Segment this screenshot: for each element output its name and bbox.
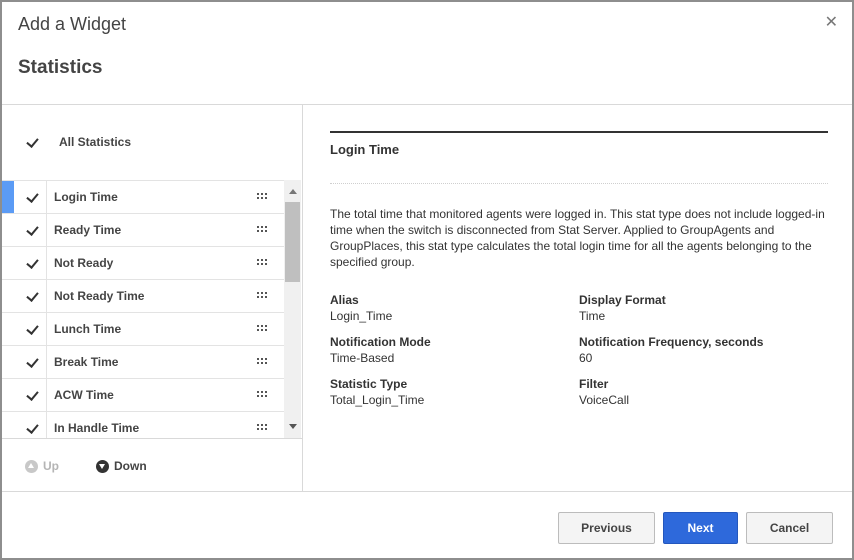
statistic-label: Break Time xyxy=(54,355,119,369)
previous-button[interactable]: Previous xyxy=(558,512,655,544)
add-widget-dialog: Add a Widget ✕ Statistics All Statistics… xyxy=(0,0,854,560)
cancel-button[interactable]: Cancel xyxy=(746,512,833,544)
list-item[interactable]: Break Time xyxy=(2,345,284,378)
statistic-label: Ready Time xyxy=(54,223,122,237)
drag-handle-icon[interactable] xyxy=(257,226,268,233)
statistic-checkbox[interactable] xyxy=(26,356,39,369)
prop-value: VoiceCall xyxy=(579,393,630,407)
statistic-label: ACW Time xyxy=(54,388,114,402)
next-button[interactable]: Next xyxy=(663,512,738,544)
drag-handle-icon[interactable] xyxy=(257,391,268,398)
statistic-checkbox[interactable] xyxy=(26,389,39,402)
statistic-checkbox[interactable] xyxy=(26,323,39,336)
statistic-label: Not Ready Time xyxy=(54,289,145,303)
statistics-list-pane: All Statistics Login Time Ready Time Not… xyxy=(2,105,303,491)
all-statistics-label: All Statistics xyxy=(59,135,132,149)
prop-notification-frequency: Notification Frequency, seconds 60 xyxy=(579,334,763,366)
statistic-detail-pane: Login Time The total time that monitored… xyxy=(304,105,852,491)
scroll-down-arrow-icon[interactable] xyxy=(284,419,301,434)
prop-value: Login_Time xyxy=(330,309,393,323)
prop-value: Total_Login_Time xyxy=(330,393,425,407)
move-up-button[interactable]: Up xyxy=(25,459,59,473)
detail-title: Login Time xyxy=(330,142,400,157)
statistic-label: Lunch Time xyxy=(54,322,122,336)
statistic-label: In Handle Time xyxy=(54,421,140,435)
arrow-up-circle-icon xyxy=(25,459,38,473)
statistic-label: Not Ready xyxy=(54,256,114,270)
prop-value: Time-Based xyxy=(330,351,395,365)
statistic-checkbox[interactable] xyxy=(26,290,39,303)
arrow-down-circle-icon xyxy=(96,459,109,473)
prop-key: Display Format xyxy=(579,293,666,307)
list-item[interactable]: In Handle Time xyxy=(2,411,284,438)
move-up-label: Up xyxy=(43,459,59,473)
scrollbar-thumb[interactable] xyxy=(285,202,300,282)
list-item[interactable]: Lunch Time xyxy=(2,312,284,345)
prop-key: Notification Frequency, seconds xyxy=(579,335,764,349)
move-down-button[interactable]: Down xyxy=(96,459,147,473)
list-item[interactable]: Ready Time xyxy=(2,213,284,246)
prop-key: Notification Mode xyxy=(330,335,431,349)
statistic-checkbox[interactable] xyxy=(26,257,39,270)
divider xyxy=(2,438,303,439)
divider xyxy=(330,131,828,133)
divider xyxy=(330,183,828,184)
statistics-list: Login Time Ready Time Not Ready Not Read… xyxy=(2,180,284,438)
statistic-checkbox[interactable] xyxy=(26,422,39,435)
statistic-label: Login Time xyxy=(54,190,118,204)
dialog-header: Add a Widget ✕ Statistics xyxy=(2,2,852,105)
list-scrollbar[interactable] xyxy=(284,180,301,438)
prop-key: Filter xyxy=(579,377,609,391)
list-item[interactable]: Login Time xyxy=(2,180,284,214)
drag-handle-icon[interactable] xyxy=(257,292,268,299)
list-item[interactable]: Not Ready xyxy=(2,246,284,279)
scroll-up-arrow-icon[interactable] xyxy=(284,184,301,199)
prop-filter: Filter VoiceCall xyxy=(579,376,629,408)
prop-display-format: Display Format Time xyxy=(579,292,666,324)
statistic-checkbox[interactable] xyxy=(26,224,39,237)
dialog-title: Add a Widget xyxy=(18,14,127,34)
drag-handle-icon[interactable] xyxy=(257,259,268,266)
drag-handle-icon[interactable] xyxy=(257,424,268,431)
dialog-subtitle: Statistics xyxy=(18,57,103,78)
prop-statistic-type: Statistic Type Total_Login_Time xyxy=(330,376,424,408)
list-item[interactable]: Not Ready Time xyxy=(2,279,284,312)
prop-value: Time xyxy=(579,309,606,323)
prop-value: 60 xyxy=(579,351,593,365)
prop-key: Alias xyxy=(330,293,359,307)
statistic-checkbox[interactable] xyxy=(26,191,39,204)
all-statistics-toggle[interactable]: All Statistics xyxy=(26,132,131,152)
close-icon[interactable]: ✕ xyxy=(825,12,838,32)
all-statistics-checkbox[interactable] xyxy=(26,136,39,149)
list-item[interactable]: ACW Time xyxy=(2,378,284,411)
prop-notification-mode: Notification Mode Time-Based xyxy=(330,334,431,366)
drag-handle-icon[interactable] xyxy=(257,358,268,365)
drag-handle-icon[interactable] xyxy=(257,325,268,332)
drag-handle-icon[interactable] xyxy=(257,193,268,200)
footer-divider xyxy=(2,491,852,492)
prop-key: Statistic Type xyxy=(330,377,408,391)
detail-description: The total time that monitored agents wer… xyxy=(330,207,825,269)
prop-alias: Alias Login_Time xyxy=(330,292,392,324)
move-down-label: Down xyxy=(114,459,147,473)
